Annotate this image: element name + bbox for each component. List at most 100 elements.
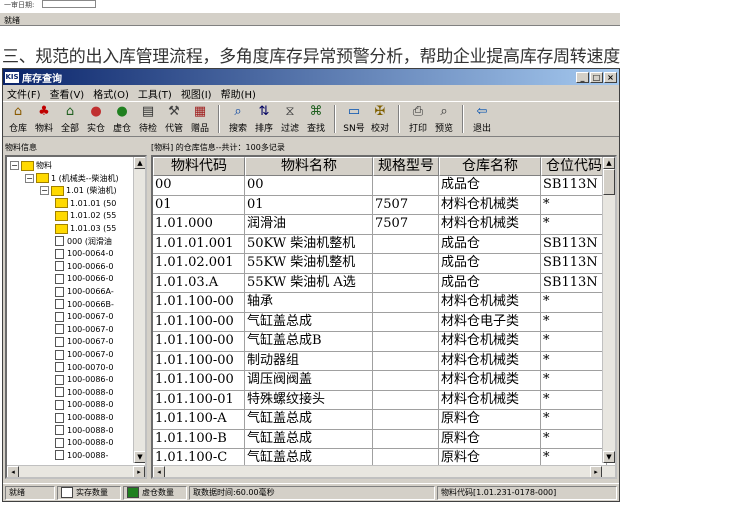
warehouse-button[interactable]: ⌂ 仓库 <box>5 103 31 135</box>
menu-item-1[interactable]: 查看(V) <box>50 86 85 101</box>
material-tree[interactable]: − 物料 −1 (机械类--柴油机) −1.01 (柴油机) 1.01.01 (50 1.… <box>5 155 147 479</box>
grid-scroll-up-arrow-icon[interactable]: ▲ <box>603 157 615 169</box>
scroll-up-arrow-icon[interactable]: ▲ <box>134 157 145 169</box>
material-button[interactable]: ♣ 物料 <box>31 103 57 135</box>
scroll-down-arrow-icon[interactable]: ▼ <box>134 451 145 463</box>
tree-horizontal-scrollbar[interactable]: ◂ ▸ <box>7 465 145 477</box>
tree-node[interactable]: 100-0086-0 <box>55 373 114 386</box>
tree-node[interactable]: 100-0088-0 <box>55 398 114 411</box>
tree-node[interactable]: 100-0064-0 <box>55 247 114 260</box>
tree-node[interactable]: 1.01.03 (55 <box>55 222 116 235</box>
tree-node[interactable]: 100-0088-0 <box>55 436 114 449</box>
close-button[interactable]: × <box>604 71 617 83</box>
tree-node[interactable]: 100-0088-0 <box>55 411 114 424</box>
tree-node-label: 100-0088-0 <box>67 425 114 435</box>
grid-scroll-down-arrow-icon[interactable]: ▼ <box>603 451 615 463</box>
table-row[interactable]: 00 00 成品仓 SB113N <box>153 176 607 196</box>
menu-item-4[interactable]: 视图(I) <box>181 86 212 101</box>
maximize-button[interactable]: □ <box>590 71 603 83</box>
tree-node[interactable]: − 物料 <box>10 159 52 172</box>
menu-item-3[interactable]: 工具(T) <box>138 86 172 101</box>
tree-node[interactable]: 100-0067-0 <box>55 323 114 336</box>
sort-button[interactable]: ⇅ 排序 <box>251 103 277 135</box>
proofread-button[interactable]: ✠ 校对 <box>367 103 393 135</box>
title-bar: KIS 库存查询 _ □ × <box>3 69 619 85</box>
table-row[interactable]: 1.01.100-00 轴承 材料仓机械类 * <box>153 293 607 313</box>
serial-number-button[interactable]: ▭ SN号 <box>341 103 367 135</box>
tree-node[interactable]: 100-0066-0 <box>55 260 114 273</box>
tree-node[interactable]: 100-0088-0 <box>55 424 114 437</box>
grid-scroll-left-arrow-icon[interactable]: ◂ <box>153 466 165 477</box>
tree-node[interactable]: 100-0067-0 <box>55 335 114 348</box>
custody-button[interactable]: ⚒ 代管 <box>161 103 187 135</box>
table-row[interactable]: 1.01.03.A 55KW 柴油机 A选 成品仓 SB113N <box>153 273 607 293</box>
gift-button[interactable]: ▦ 赠品 <box>187 103 213 135</box>
tree-node-label: 物料 <box>36 161 52 170</box>
column-header[interactable]: 仓位代码 <box>541 157 607 176</box>
table-row[interactable]: 1.01.100-00 调压阀阀盖 材料仓机械类 * <box>153 371 607 391</box>
inventory-grid[interactable]: 物料代码 物料名称 规格型号 仓库名称 仓位代码 00 00 成品仓 SB113N 01 01 75… <box>151 155 617 479</box>
tree-node[interactable]: 100-0066B- <box>55 298 114 311</box>
scroll-right-arrow-icon[interactable]: ▸ <box>133 466 145 477</box>
grid-scroll-right-arrow-icon[interactable]: ▸ <box>590 466 602 477</box>
grid-scroll-thumb[interactable] <box>603 169 615 195</box>
column-header[interactable]: 规格型号 <box>373 157 439 176</box>
table-row[interactable]: 1.01.01.001 50KW 柴油机整机 成品仓 SB113N <box>153 234 607 254</box>
table-cell: 1.01.100-00 <box>153 332 245 352</box>
column-header[interactable]: 物料名称 <box>245 157 373 176</box>
tree-node[interactable]: 100-0066A- <box>55 285 114 298</box>
document-icon <box>55 336 64 347</box>
table-cell: * <box>541 215 607 235</box>
print-button[interactable]: ⎙ 打印 <box>405 103 431 135</box>
table-row[interactable]: 1.01.100-A 气缸盖总成 原料仓 * <box>153 410 607 430</box>
window-title: 库存查询 <box>22 73 62 85</box>
preview-button[interactable]: ⌕ 预览 <box>431 103 457 135</box>
tree-node-label: 100-0086-0 <box>67 375 114 385</box>
column-header[interactable]: 物料代码 <box>153 157 245 176</box>
table-cell: 成品仓 <box>439 176 541 196</box>
tree-node[interactable]: 100-0067-0 <box>55 348 114 361</box>
scroll-left-arrow-icon[interactable]: ◂ <box>7 466 19 477</box>
real-warehouse-button[interactable]: ● 实仓 <box>83 103 109 135</box>
menu-item-2[interactable]: 格式(O) <box>93 86 129 101</box>
tree-node[interactable]: 100-0088- <box>55 449 108 462</box>
table-cell: 成品仓 <box>439 234 541 254</box>
tree-node[interactable]: 100-0088-0 <box>55 386 114 399</box>
grid-horizontal-scrollbar[interactable]: ◂ ▸ <box>153 465 615 477</box>
filter-button[interactable]: ⧖ 过滤 <box>277 103 303 135</box>
tree-node[interactable]: 100-0067-0 <box>55 310 114 323</box>
table-row[interactable]: 1.01.100-00 气缸盖总成 材料仓电子类 * <box>153 312 607 332</box>
table-row[interactable]: 01 01 7507 材料仓机械类 * <box>153 195 607 215</box>
tree-node[interactable]: 000 (润滑油 <box>55 235 112 248</box>
tree-node[interactable]: 100-0070-0 <box>55 361 114 374</box>
legend-real-swatch <box>61 487 73 498</box>
collapse-icon[interactable]: − <box>10 161 19 170</box>
table-row[interactable]: 1.01.000 润滑油 7507 材料仓机械类 * <box>153 215 607 235</box>
grid-vertical-scrollbar[interactable]: ▲ ▼ <box>602 157 615 463</box>
table-row[interactable]: 1.01.100-00 气缸盖总成B 材料仓机械类 * <box>153 332 607 352</box>
search-button[interactable]: ⌕ 搜索 <box>225 103 251 135</box>
table-row[interactable]: 1.01.100-B 气缸盖总成 原料仓 * <box>153 429 607 449</box>
menu-item-5[interactable]: 帮助(H) <box>221 86 256 101</box>
table-row[interactable]: 1.01.02.001 55KW 柴油机整机 成品仓 SB113N <box>153 254 607 274</box>
minimize-button[interactable]: _ <box>576 71 589 83</box>
table-row[interactable]: 1.01.100-00 制动器组 材料仓机械类 * <box>153 351 607 371</box>
table-cell: * <box>541 429 607 449</box>
toolbar-button-label: 查找 <box>306 124 325 134</box>
tree-node[interactable]: 100-0066-0 <box>55 272 114 285</box>
column-header[interactable]: 仓库名称 <box>439 157 541 176</box>
all-button[interactable]: ⌂ 全部 <box>57 103 83 135</box>
tree-node[interactable]: 1.01.01 (50 <box>55 197 116 210</box>
tree-node[interactable]: 1.01.02 (55 <box>55 209 116 222</box>
pending-inspect-button[interactable]: ▤ 待检 <box>135 103 161 135</box>
tree-node[interactable]: − 1 (机械类--柴油机) <box>25 172 119 185</box>
find-button[interactable]: ⌘ 查找 <box>303 103 329 135</box>
menu-item-0[interactable]: 文件(F) <box>7 86 41 101</box>
collapse-icon[interactable]: − <box>25 173 34 183</box>
collapse-icon[interactable]: − <box>40 186 49 196</box>
tree-node[interactable]: − 1.01 (柴油机) <box>40 184 117 197</box>
virtual-warehouse-button[interactable]: ● 虚仓 <box>109 103 135 135</box>
tree-vertical-scrollbar[interactable]: ▲ ▼ <box>133 157 145 463</box>
table-row[interactable]: 1.01.100-01 特殊螺纹接头 材料仓机械类 * <box>153 390 607 410</box>
exit-button[interactable]: ⇦ 退出 <box>469 103 495 135</box>
